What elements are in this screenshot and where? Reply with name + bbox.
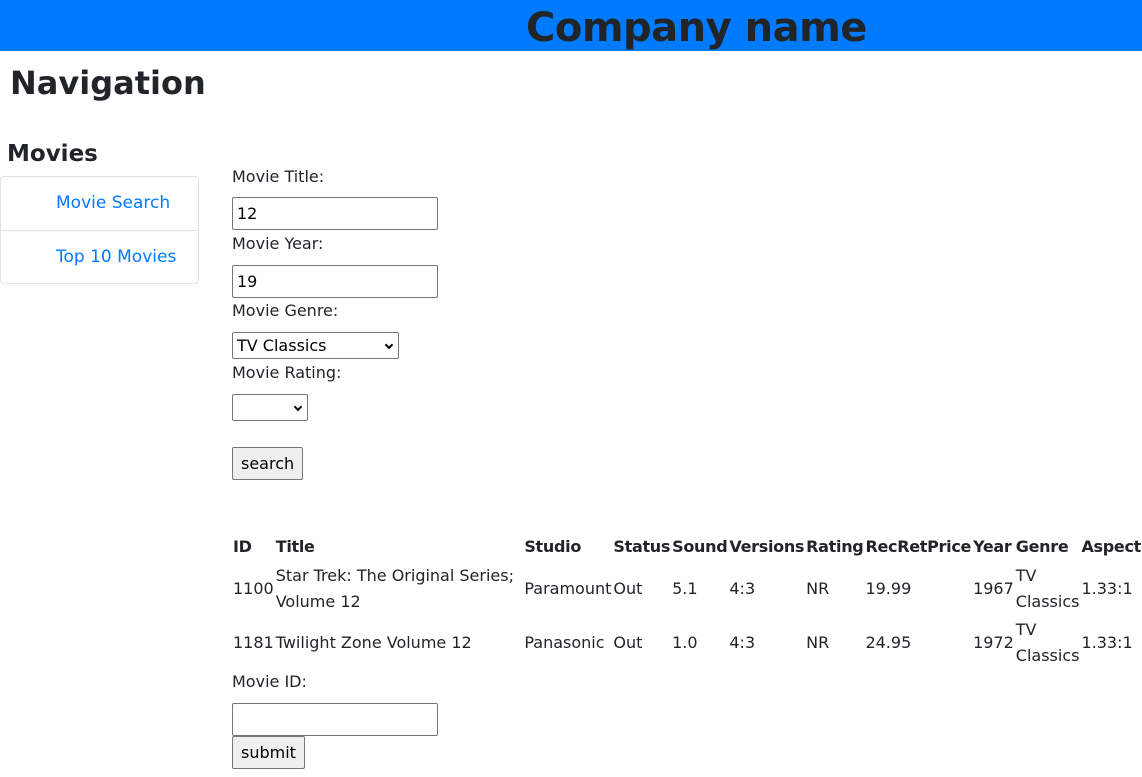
movie-title-input[interactable]	[232, 197, 438, 230]
movie-year-label: Movie Year:	[232, 234, 324, 253]
movie-title-label: Movie Title:	[232, 167, 325, 186]
table-header-row: ID Title Studio Status Sound Versions Ra…	[232, 532, 1142, 562]
cell-versions: 4:3	[729, 633, 756, 652]
column-header-studio: Studio	[524, 537, 582, 556]
movie-year-input[interactable]	[232, 265, 438, 298]
cell-genre: TV Classics	[1015, 620, 1080, 665]
column-header-sound: Sound	[672, 537, 728, 556]
cell-year: 1972	[973, 633, 1014, 652]
column-header-recretprice: RecRetPrice	[865, 537, 972, 556]
movie-rating-label: Movie Rating:	[232, 363, 342, 382]
movies-section-heading: Movies	[7, 141, 98, 167]
column-header-title: Title	[275, 537, 315, 556]
cell-sound: 5.1	[672, 579, 698, 598]
company-name: Company name	[526, 5, 867, 51]
sidebar-item-movie-search[interactable]: Movie Search	[1, 177, 198, 230]
movie-genre-select[interactable]: TV Classics	[232, 332, 399, 359]
header-bar: Company name	[0, 0, 1142, 51]
cell-id: 1181	[233, 633, 274, 652]
movie-rating-select[interactable]	[232, 394, 308, 421]
sidebar-item-top-10-movies[interactable]: Top 10 Movies	[1, 230, 198, 283]
column-header-rating: Rating	[806, 537, 864, 556]
cell-title: Star Trek: The Original Series; Volume 1…	[275, 566, 514, 611]
cell-rating: NR	[806, 579, 830, 598]
column-header-versions: Versions	[729, 537, 805, 556]
cell-price: 19.99	[865, 579, 912, 598]
results-table: ID Title Studio Status Sound Versions Ra…	[232, 532, 1142, 670]
submit-button[interactable]: submit	[232, 736, 305, 769]
cell-genre: TV Classics	[1015, 566, 1080, 611]
cell-status: Out	[613, 579, 643, 598]
movie-id-input[interactable]	[232, 703, 438, 736]
cell-year: 1967	[973, 579, 1014, 598]
chevron-down-icon	[293, 402, 303, 412]
column-header-aspect: Aspect	[1081, 537, 1141, 556]
cell-versions: 4:3	[729, 579, 756, 598]
column-header-id: ID	[233, 537, 252, 556]
cell-aspect: 1.33:1	[1081, 633, 1133, 652]
cell-id: 1100	[233, 579, 274, 598]
cell-aspect: 1.33:1	[1081, 579, 1133, 598]
cell-studio: Paramount	[524, 579, 612, 598]
movie-id-label: Movie ID:	[232, 672, 307, 691]
cell-status: Out	[613, 633, 643, 652]
column-header-status: Status	[613, 537, 671, 556]
chevron-down-icon	[384, 340, 394, 350]
column-header-genre: Genre	[1015, 537, 1069, 556]
sidebar-nav-list: Movie Search Top 10 Movies	[0, 176, 199, 284]
search-button[interactable]: search	[232, 447, 304, 480]
table-row: 1181 Twilight Zone Volume 12 Panasonic O…	[232, 616, 1142, 670]
movie-genre-label: Movie Genre:	[232, 301, 339, 320]
table-row: 1100 Star Trek: The Original Series; Vol…	[232, 562, 1142, 616]
cell-rating: NR	[806, 633, 830, 652]
column-header-year: Year	[973, 537, 1012, 556]
cell-studio: Panasonic	[524, 633, 605, 652]
navigation-heading: Navigation	[10, 64, 206, 102]
cell-sound: 1.0	[672, 633, 698, 652]
cell-title: Twilight Zone Volume 12	[275, 633, 472, 652]
cell-price: 24.95	[865, 633, 912, 652]
movie-genre-selected-value: TV Classics	[237, 336, 327, 355]
